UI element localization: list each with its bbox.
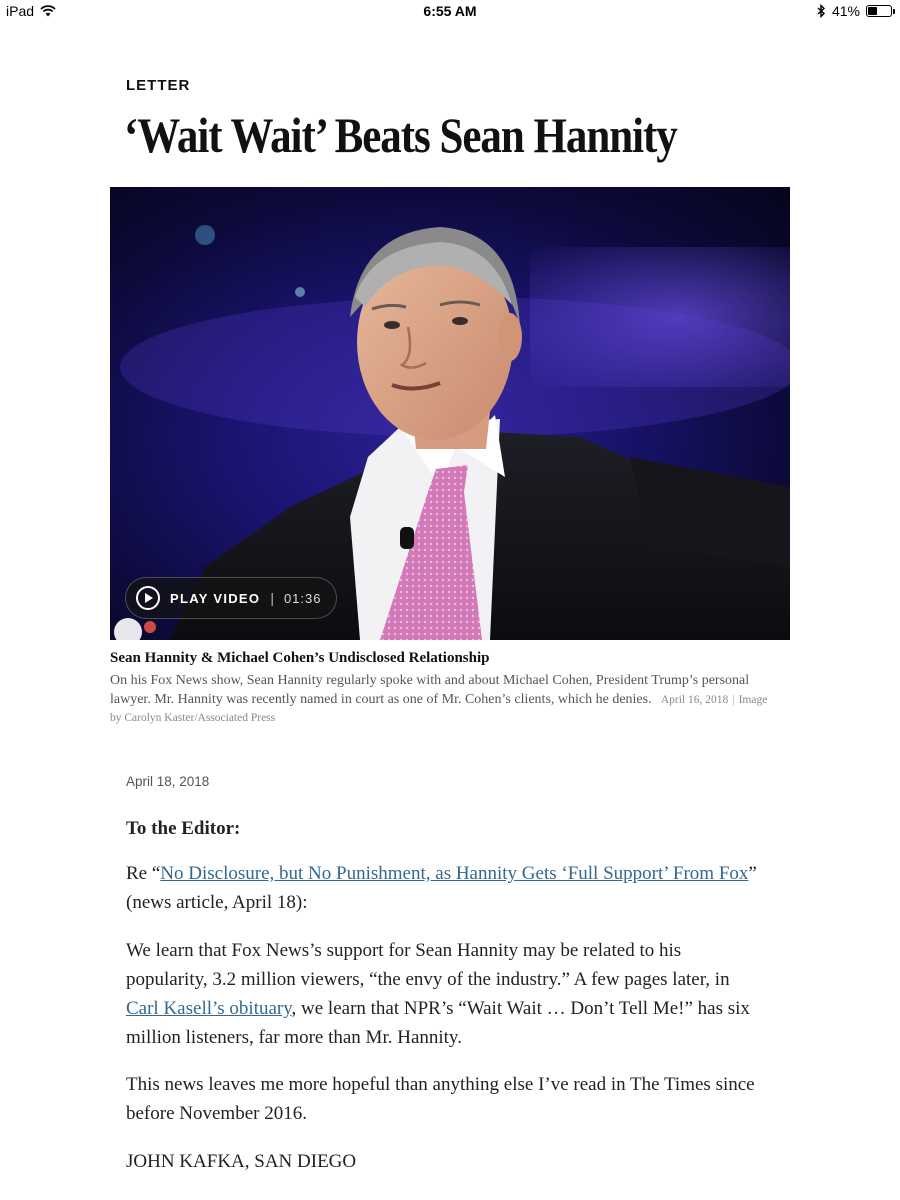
article-date: April 18, 2018 <box>126 774 210 789</box>
letter-greeting: To the Editor: <box>126 818 241 839</box>
battery-level <box>868 7 878 15</box>
video-caption-date: April 16, 2018 <box>660 693 729 706</box>
news-photo <box>114 225 790 640</box>
play-video-label: PLAY VIDEO <box>170 590 261 606</box>
play-circle-icon <box>136 586 160 610</box>
clock: 6:55 AM <box>423 3 477 19</box>
paragraph-1: Re “No Disclosure, but No Punishment, as… <box>126 863 757 913</box>
battery-percent: 41% <box>831 3 860 19</box>
video-caption-title: Sean Hannity & Michael Cohen’s Undisclos… <box>110 650 490 666</box>
battery-icon <box>866 5 895 17</box>
article-kicker: LETTER <box>126 77 191 94</box>
video-caption-body: On his Fox News show, Sean Hannity regul… <box>110 673 750 707</box>
video-caption: On his Fox News show, Sean Hannity regul… <box>110 672 770 728</box>
obituary-link[interactable]: Carl Kasell’s obituary <box>126 998 292 1019</box>
video-player[interactable]: PLAY VIDEO | 01:36 <box>110 187 790 640</box>
paragraph-2: We learn that Fox News’s support for Sea… <box>126 940 750 1048</box>
article-headline: ‘Wait Wait’ Beats Sean Hannity <box>124 107 678 163</box>
play-video-button[interactable]: PLAY VIDEO | 01:36 <box>125 577 337 619</box>
paragraph-3: This news leaves me more hopeful than an… <box>126 1074 755 1124</box>
news-article-link[interactable]: No Disclosure, but No Punishment, as Han… <box>160 863 748 884</box>
video-duration: 01:36 <box>283 590 322 606</box>
bluetooth-icon <box>817 4 825 18</box>
play-separator: | <box>270 590 274 606</box>
status-bar-right: 41% <box>817 3 895 19</box>
letter-signature: JOHN KAFKA, SAN DIEGO <box>126 1151 357 1172</box>
status-bar: iPad 6:55 AM 41% <box>0 0 900 22</box>
